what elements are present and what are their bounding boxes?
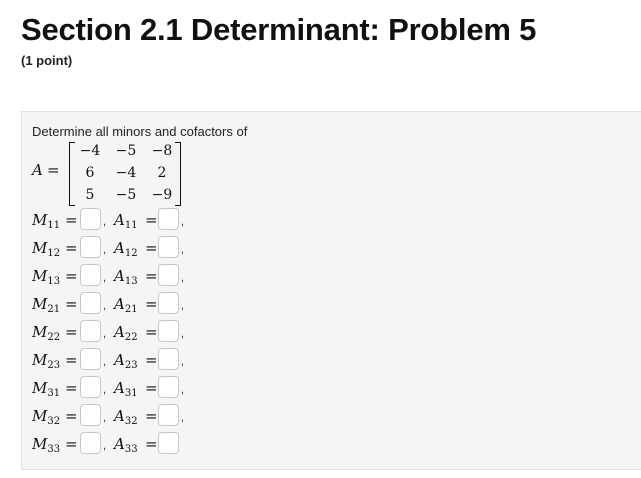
separator-comma: , [103,384,107,396]
minor-equals: = [65,239,78,257]
separator-comma: , [181,244,185,256]
cofactor-input-11[interactable] [158,208,179,230]
minor-input-33[interactable] [80,432,101,454]
cofactor-equals: = [145,295,158,313]
cofactor-equals: = [145,379,158,397]
minor-label: M12 [32,239,61,259]
cofactor-label: A32 [114,407,138,427]
minor-equals: = [65,435,78,453]
matrix-cell-1-1: −4 [79,143,101,159]
minor-input-22[interactable] [80,320,101,342]
cofactor-equals: = [145,435,158,453]
matrix-cell-3-1: 5 [85,187,95,203]
separator-comma: , [181,216,185,228]
cofactor-input-33[interactable] [158,432,179,454]
cofactor-label: A31 [114,379,138,399]
matrix-equals: = [47,161,60,179]
matrix-cell-2-3: 2 [157,165,167,181]
minor-label: M31 [32,379,61,399]
matrix-name: A [32,161,43,179]
minor-equals: = [65,267,78,285]
cofactor-label: A22 [114,323,138,343]
minor-equals: = [65,407,78,425]
separator-comma: , [181,412,185,424]
minor-input-12[interactable] [80,236,101,258]
matrix-a: −4 −5 −8 6 −4 2 5 −5 −9 [69,139,181,207]
separator-comma: , [103,216,107,228]
cofactor-equals: = [145,407,158,425]
minor-label: M21 [32,295,61,315]
matrix-cell-1-2: −5 [115,143,137,159]
separator-comma: , [181,356,185,368]
problem-prompt: Determine all minors and cofactors of [32,124,248,139]
minor-equals: = [65,379,78,397]
minor-label: M13 [32,267,61,287]
matrix-label: A = [32,161,60,179]
minor-equals: = [65,211,78,229]
minor-input-13[interactable] [80,264,101,286]
cofactor-equals: = [145,323,158,341]
minor-input-32[interactable] [80,404,101,426]
separator-comma: , [181,384,185,396]
minor-label: M33 [32,435,61,455]
cofactor-equals: = [145,211,158,229]
cofactor-input-32[interactable] [158,404,179,426]
cofactor-equals: = [145,267,158,285]
cofactor-label: A33 [114,435,138,455]
separator-comma: , [103,300,107,312]
cofactor-label: A12 [114,239,138,259]
cofactor-input-21[interactable] [158,292,179,314]
points-label: (1 point) [21,53,73,68]
matrix-cell-2-2: −4 [115,165,137,181]
cofactor-label: A13 [114,267,138,287]
cofactor-equals: = [145,351,158,369]
minor-label: M32 [32,407,61,427]
matrix-cell-2-1: 6 [85,165,95,181]
minor-input-11[interactable] [80,208,101,230]
separator-comma: , [103,412,107,424]
separator-comma: , [103,328,107,340]
separator-comma: , [181,272,185,284]
cofactor-input-13[interactable] [158,264,179,286]
minor-equals: = [65,295,78,313]
cofactor-input-23[interactable] [158,348,179,370]
minor-equals: = [65,323,78,341]
cofactor-label: A11 [114,211,138,231]
minor-input-21[interactable] [80,292,101,314]
separator-comma: , [181,328,185,340]
cofactor-label: A21 [114,295,138,315]
minor-label: M22 [32,323,61,343]
minor-label: M11 [32,211,61,231]
minor-input-31[interactable] [80,376,101,398]
cofactor-equals: = [145,239,158,257]
separator-comma: , [103,272,107,284]
cofactor-input-22[interactable] [158,320,179,342]
separator-comma: , [103,244,107,256]
separator-comma: , [103,356,107,368]
cofactor-input-31[interactable] [158,376,179,398]
cofactor-input-12[interactable] [158,236,179,258]
cofactor-label: A23 [114,351,138,371]
matrix-cell-3-3: −9 [151,187,173,203]
problem-panel: Determine all minors and cofactors of A … [21,111,641,470]
minor-equals: = [65,351,78,369]
page-title: Section 2.1 Determinant: Problem 5 [21,12,537,47]
separator-comma: , [181,300,185,312]
minor-label: M23 [32,351,61,371]
matrix-cell-1-3: −8 [151,143,173,159]
minor-input-23[interactable] [80,348,101,370]
matrix-cell-3-2: −5 [115,187,137,203]
separator-comma: , [103,440,107,452]
